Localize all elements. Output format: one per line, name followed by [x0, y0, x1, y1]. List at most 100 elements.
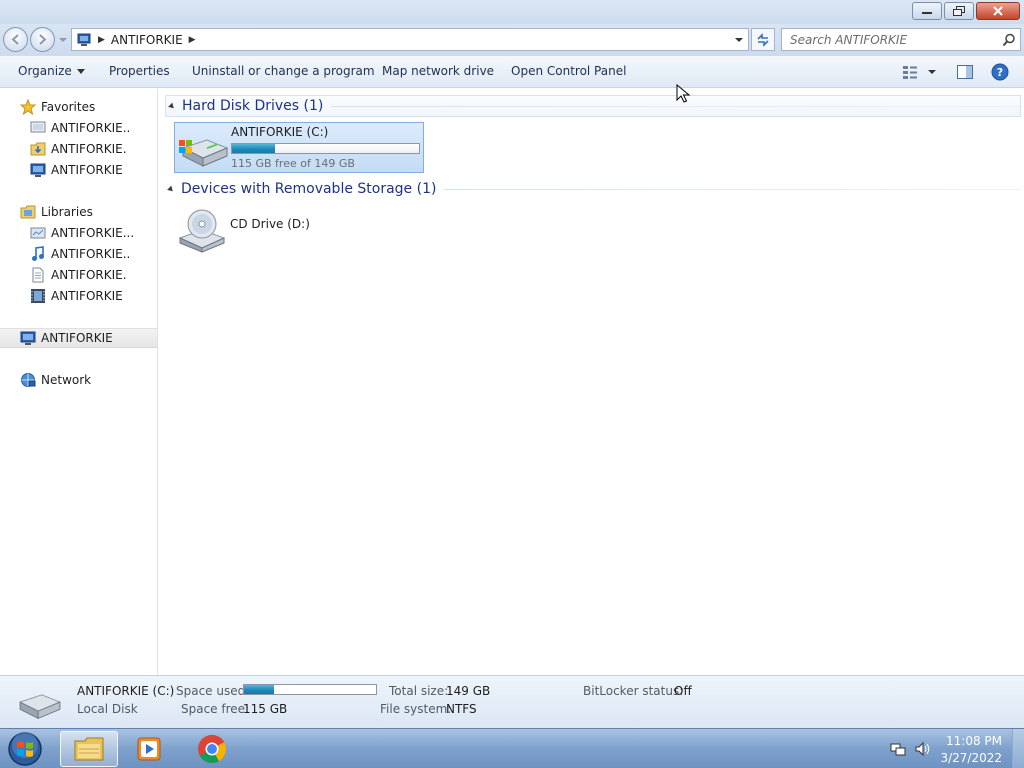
network-icon: [21, 373, 36, 387]
svg-text:?: ?: [997, 66, 1003, 79]
uninstall-program-button[interactable]: Uninstall or change a program: [192, 64, 375, 78]
properties-button[interactable]: Properties: [109, 64, 170, 78]
taskbar-explorer-button[interactable]: [60, 731, 118, 767]
collapse-triangle-icon[interactable]: [168, 102, 176, 110]
minimize-button[interactable]: [912, 2, 942, 20]
breadcrumb-separator-icon[interactable]: ▶: [189, 35, 196, 45]
preview-pane-icon[interactable]: [956, 63, 974, 81]
hard-drive-icon: [18, 694, 62, 720]
nav-network[interactable]: Network: [0, 370, 157, 390]
nav-computer-label: ANTIFORKIE: [41, 331, 113, 345]
refresh-button[interactable]: [751, 28, 775, 51]
downloads-folder-icon: [30, 142, 46, 156]
restore-icon: [953, 6, 965, 16]
group-title: Devices with Removable Storage (1): [181, 181, 437, 197]
nav-favorite-item[interactable]: ANTIFORKIE.: [0, 139, 157, 159]
details-space-free-label: Space free:: [181, 702, 250, 716]
details-drive-type: Local Disk: [77, 702, 138, 716]
details-usage-fill: [244, 685, 275, 694]
open-control-panel-button[interactable]: Open Control Panel: [511, 64, 626, 78]
close-button[interactable]: [976, 2, 1020, 20]
nav-library-item-label: ANTIFORKIE.: [51, 268, 127, 282]
forward-arrow-icon: [39, 34, 47, 45]
computer-icon: [20, 331, 36, 345]
nav-favorites[interactable]: Favorites: [0, 97, 157, 117]
forward-button[interactable]: [30, 27, 55, 52]
taskbar-clock-time[interactable]: 11:08 PM: [946, 734, 1002, 748]
hard-drive-icon: [179, 139, 229, 167]
nav-libraries[interactable]: Libraries: [0, 202, 157, 222]
drive-free-space: 115 GB free of 149 GB: [231, 157, 355, 170]
organize-caret-icon: [76, 69, 85, 74]
documents-library-icon: [30, 227, 46, 239]
nav-library-item-label: ANTIFORKIE...: [51, 226, 135, 240]
group-header-removable-storage[interactable]: Devices with Removable Storage (1): [165, 178, 1021, 200]
change-view-icon[interactable]: [901, 63, 941, 81]
breadcrumb-separator-icon[interactable]: ▶: [98, 35, 105, 45]
close-icon: [993, 6, 1003, 16]
back-button[interactable]: [3, 27, 28, 52]
show-desktop-button[interactable]: [1012, 729, 1024, 768]
nav-library-item[interactable]: ANTIFORKIE.: [0, 265, 157, 285]
media-player-icon: [137, 737, 161, 761]
drive-name: ANTIFORKIE (C:): [231, 125, 329, 139]
address-history-dropdown-icon[interactable]: [734, 35, 744, 45]
search-box[interactable]: [781, 28, 1021, 51]
nav-favorites-label: Favorites: [41, 100, 96, 114]
content-pane: Hard Disk Drives (1) ANTIFORKIE (C:) 115…: [159, 89, 1024, 675]
taskbar-clock-date[interactable]: 3/27/2022: [940, 751, 1002, 765]
organize-menu[interactable]: Organize: [18, 64, 85, 78]
windows-start-icon[interactable]: [6, 731, 44, 767]
details-total-size-value: 149 GB: [446, 684, 491, 698]
drive-tile-info: ANTIFORKIE (C:) 115 GB free of 149 GB: [231, 123, 420, 170]
breadcrumb-computer[interactable]: ANTIFORKIE: [111, 33, 183, 47]
group-header-hard-disk-drives[interactable]: Hard Disk Drives (1): [165, 95, 1021, 117]
search-icon[interactable]: [1002, 33, 1016, 47]
nav-favorite-item-label: ANTIFORKIE: [51, 163, 123, 177]
network-tray-icon[interactable]: [890, 741, 906, 757]
cd-drive-icon: [178, 209, 226, 253]
nav-library-item-label: ANTIFORKIE..: [51, 247, 131, 261]
minimize-icon: [922, 12, 932, 14]
help-icon[interactable]: ?: [991, 63, 1009, 81]
details-file-system-value: NTFS: [446, 702, 477, 716]
map-network-drive-button[interactable]: Map network drive: [382, 64, 494, 78]
recent-pages-dropdown-icon[interactable]: [58, 35, 68, 45]
command-bar: Organize Properties Uninstall or change …: [0, 56, 1024, 88]
video-film-icon: [31, 289, 45, 303]
music-note-icon: [32, 246, 44, 261]
details-space-free-value: 115 GB: [243, 702, 288, 716]
address-bar-row: ▶ ANTIFORKIE ▶: [0, 24, 1024, 56]
taskbar-media-player-button[interactable]: [120, 731, 178, 767]
details-total-size-label: Total size:: [389, 684, 449, 698]
details-bitlocker-label: BitLocker status:: [583, 684, 684, 698]
nav-computer[interactable]: ANTIFORKIE: [0, 328, 157, 348]
nav-library-item[interactable]: ANTIFORKIE..: [0, 244, 157, 264]
search-input[interactable]: [790, 32, 995, 47]
back-arrow-icon: [11, 34, 19, 45]
nav-library-item[interactable]: ANTIFORKIE...: [0, 223, 157, 243]
navigation-pane: Favorites ANTIFORKIE.. ANTIFORKIE. ANTIF…: [0, 89, 158, 675]
group-divider: [444, 188, 1021, 190]
details-pane: ANTIFORKIE (C:) Local Disk Space used: S…: [0, 675, 1024, 728]
details-space-used-label: Space used:: [176, 684, 250, 698]
drive-tile-c[interactable]: ANTIFORKIE (C:) 115 GB free of 149 GB: [174, 122, 424, 173]
nav-libraries-label: Libraries: [41, 205, 93, 219]
explorer-folder-icon: [74, 737, 104, 761]
drive-tile-d[interactable]: CD Drive (D:): [174, 205, 424, 256]
window-controls: [912, 2, 1020, 20]
organize-label: Organize: [18, 64, 72, 78]
nav-favorite-item[interactable]: ANTIFORKIE: [0, 160, 157, 180]
nav-library-item[interactable]: ANTIFORKIE: [0, 286, 157, 306]
address-box[interactable]: ▶ ANTIFORKIE ▶: [71, 28, 749, 51]
group-divider: [331, 105, 1020, 107]
restore-button[interactable]: [944, 2, 974, 20]
nav-favorite-item[interactable]: ANTIFORKIE..: [0, 118, 157, 138]
mouse-cursor-icon: [676, 84, 690, 103]
details-usage-bar: [243, 684, 377, 695]
chrome-icon: [198, 735, 226, 763]
taskbar-chrome-button[interactable]: [183, 731, 241, 767]
details-bitlocker-value: Off: [674, 684, 692, 698]
collapse-triangle-icon[interactable]: [167, 185, 175, 193]
volume-tray-icon[interactable]: [914, 741, 932, 757]
